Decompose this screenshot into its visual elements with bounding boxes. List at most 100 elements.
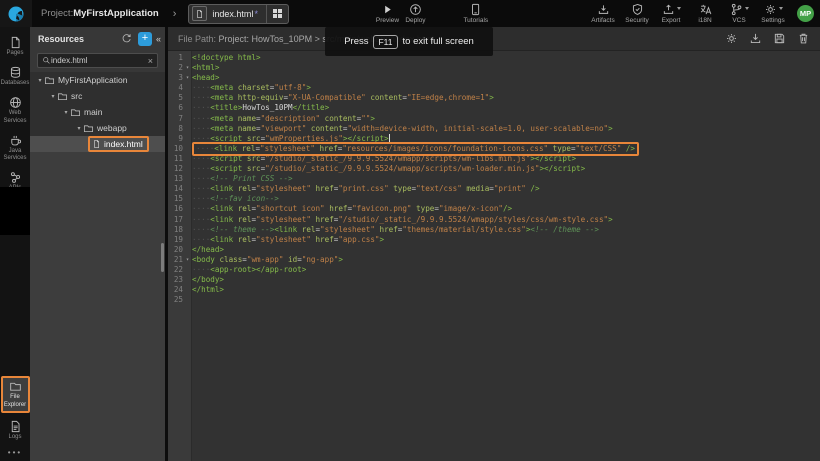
fold-marker[interactable]	[183, 285, 192, 295]
download-file-button[interactable]	[749, 32, 762, 45]
fold-marker[interactable]	[183, 164, 192, 174]
fold-marker[interactable]	[183, 235, 192, 245]
code-line-6[interactable]: 6····<title>HowTos_10PM</title>	[168, 103, 820, 113]
fold-marker[interactable]: ▾	[183, 255, 192, 265]
code-editor[interactable]: 1<!doctype html>2▾<html>3▾<head>4····<me…	[168, 51, 820, 461]
fold-marker[interactable]	[183, 275, 192, 285]
save-file-button[interactable]	[773, 32, 786, 45]
fold-marker[interactable]	[183, 144, 192, 154]
settings-button[interactable]: Settings	[759, 3, 787, 24]
chevron-expanded-icon[interactable]: ▾	[49, 93, 57, 100]
tab-index-html[interactable]: index.html *	[188, 4, 289, 24]
fold-marker[interactable]	[183, 245, 192, 255]
code-line-16[interactable]: 16····<link rel="shortcut icon" href="fa…	[168, 204, 820, 214]
fold-marker[interactable]	[183, 215, 192, 225]
fold-marker[interactable]	[183, 93, 192, 103]
security-button[interactable]: Security	[623, 3, 651, 24]
i18n-button[interactable]: i18N	[691, 3, 719, 24]
fold-marker[interactable]: ▾	[183, 63, 192, 73]
fold-marker[interactable]: ▾	[183, 73, 192, 83]
chevron-expanded-icon[interactable]: ▾	[75, 125, 83, 132]
fold-marker[interactable]	[183, 103, 192, 113]
code-line-23[interactable]: 23</body>	[168, 275, 820, 285]
collapse-panel-icon[interactable]: «	[156, 34, 161, 44]
tree-item-index-html[interactable]: index.html	[30, 136, 165, 152]
chevron-expanded-icon[interactable]: ▾	[62, 109, 70, 116]
sidebar-item-java-services[interactable]: Java Services	[0, 134, 30, 162]
clear-search-icon[interactable]: ×	[148, 56, 153, 66]
code-line-12[interactable]: 12····<script src="/studio/_static_/9.9.…	[168, 164, 820, 174]
code-line-8[interactable]: 8····<meta name="viewport" content="widt…	[168, 124, 820, 134]
refresh-icon[interactable]	[121, 33, 132, 44]
fold-marker[interactable]	[183, 194, 192, 204]
code-line-14[interactable]: 14····<link rel="stylesheet" href="print…	[168, 184, 820, 194]
sidebar-bottom-list: File Explorer Logs	[0, 376, 30, 441]
code-line-22[interactable]: 22····<app-root></app-root>	[168, 265, 820, 275]
code-line-24[interactable]: 24</html>	[168, 285, 820, 295]
code-lines: 1<!doctype html>2▾<html>3▾<head>4····<me…	[168, 53, 820, 305]
tree-item-webapp[interactable]: ▾webapp	[30, 120, 165, 136]
export-button[interactable]: Export	[657, 3, 685, 24]
app-logo[interactable]	[0, 0, 32, 27]
code-line-17[interactable]: 17····<link rel="stylesheet" href="/stud…	[168, 215, 820, 225]
dashboard-switch-button[interactable]	[266, 5, 289, 23]
fold-marker[interactable]	[183, 53, 192, 63]
vcs-button[interactable]: VCS	[725, 3, 753, 24]
code-text: ····<link rel="stylesheet" href="app.css…	[192, 235, 384, 245]
code-line-25[interactable]: 25	[168, 295, 820, 305]
resources-scrollbar[interactable]	[161, 243, 164, 272]
sidebar-item-pages[interactable]: Pages	[0, 36, 30, 57]
fold-marker[interactable]	[183, 184, 192, 194]
tree-item-myfirstapplication[interactable]: ▾MyFirstApplication	[30, 72, 165, 88]
sidebar-item-databases[interactable]: Databases	[0, 66, 30, 87]
fold-marker[interactable]	[183, 204, 192, 214]
preview-button[interactable]: Preview	[373, 3, 401, 24]
fold-marker[interactable]	[183, 83, 192, 93]
fold-marker[interactable]	[183, 174, 192, 184]
sidebar-item-file-explorer[interactable]: File Explorer	[1, 376, 30, 412]
fold-marker[interactable]	[183, 114, 192, 124]
code-line-21[interactable]: 21▾<body class="wm-app" id="ng-app">	[168, 255, 820, 265]
artifacts-button[interactable]: Artifacts	[589, 3, 617, 24]
search-input[interactable]	[51, 56, 145, 65]
tree-item-main[interactable]: ▾main	[30, 104, 165, 120]
fold-marker[interactable]	[183, 124, 192, 134]
tree-item-src[interactable]: ▾src	[30, 88, 165, 104]
code-text: </html>	[192, 285, 224, 295]
pages-label: Pages	[6, 50, 23, 57]
code-line-13[interactable]: 13····<!-- Print CSS -->	[168, 174, 820, 184]
chevron-expanded-icon[interactable]: ▾	[36, 77, 44, 84]
delete-file-button[interactable]	[797, 32, 810, 45]
fold-marker[interactable]	[183, 295, 192, 305]
globe-icon	[9, 96, 22, 109]
more-options-button[interactable]: •••	[8, 448, 22, 457]
code-line-15[interactable]: 15····<!--fav icon-->	[168, 194, 820, 204]
code-text: ····<script src="/studio/_static_/9.9.9.…	[192, 164, 585, 174]
code-line-18[interactable]: 18····<!-- theme --><link rel="styleshee…	[168, 225, 820, 235]
code-line-10[interactable]: 10····<link rel="stylesheet" href="resou…	[168, 144, 820, 154]
databases-label: Databases	[1, 80, 30, 87]
user-avatar[interactable]: MP	[797, 5, 814, 22]
sidebar-item-logs[interactable]: Logs	[0, 420, 30, 441]
code-text: </head>	[192, 245, 224, 255]
code-line-5[interactable]: 5····<meta http-equiv="X-UA-Compatible" …	[168, 93, 820, 103]
panel-divider[interactable]	[165, 27, 168, 461]
fold-marker[interactable]	[183, 134, 192, 144]
code-line-20[interactable]: 20</head>	[168, 245, 820, 255]
sidebar-item-web-services[interactable]: Web Services	[0, 96, 30, 124]
code-line-2[interactable]: 2▾<html>	[168, 63, 820, 73]
code-line-4[interactable]: 4····<meta charset="utf-8">	[168, 83, 820, 93]
fold-marker[interactable]	[183, 265, 192, 275]
editor-settings-button[interactable]	[725, 32, 738, 45]
code-line-3[interactable]: 3▾<head>	[168, 73, 820, 83]
tutorials-button[interactable]: Tutorials	[461, 3, 490, 24]
play-icon	[381, 3, 394, 16]
code-line-7[interactable]: 7····<meta name="description" content=""…	[168, 114, 820, 124]
tab-label: index.html	[212, 9, 253, 19]
code-line-19[interactable]: 19····<link rel="stylesheet" href="app.c…	[168, 235, 820, 245]
deploy-button[interactable]: Deploy	[401, 3, 429, 24]
add-resource-button[interactable]: +	[138, 32, 152, 46]
fold-marker[interactable]	[183, 154, 192, 164]
fold-marker[interactable]	[183, 225, 192, 235]
code-line-1[interactable]: 1<!doctype html>	[168, 53, 820, 63]
